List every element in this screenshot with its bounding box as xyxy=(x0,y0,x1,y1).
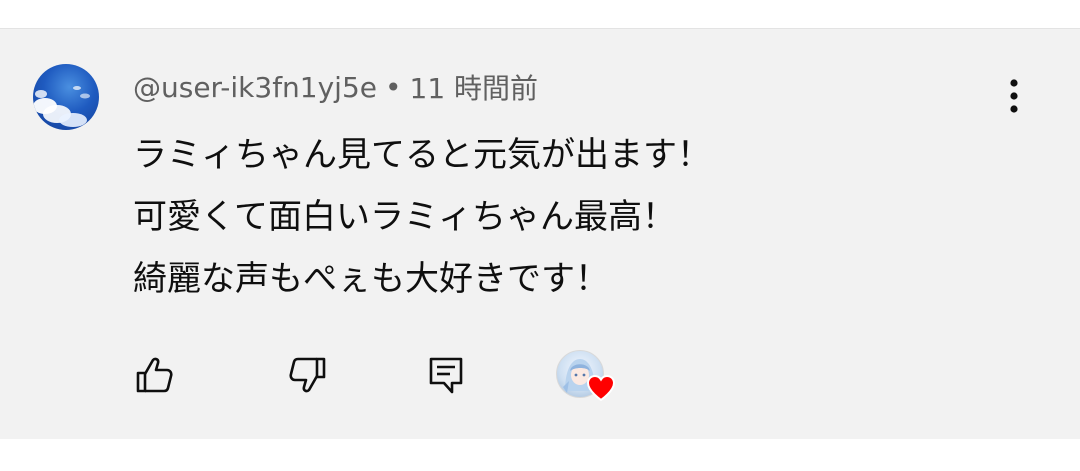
user-avatar[interactable] xyxy=(33,64,99,130)
reply-comment-icon xyxy=(429,357,463,394)
creator-heart-badge[interactable] xyxy=(556,350,618,406)
dislike-button[interactable] xyxy=(280,347,336,403)
heart-icon xyxy=(586,374,616,402)
like-button[interactable] xyxy=(126,347,182,403)
previous-item-strip xyxy=(0,0,1080,29)
comment-line: ラミィちゃん見てると元気が出ます！ xyxy=(133,135,711,175)
comment-author[interactable]: @user-ik3fn1yj5e xyxy=(133,71,377,104)
more-vertical-icon xyxy=(1010,79,1018,113)
comment-body: ラミィちゃん見てると元気が出ます！ 可愛くて面白いラミィちゃん最高！ 綺麗な声も… xyxy=(133,124,993,310)
meta-separator: • xyxy=(385,70,402,104)
comment-meta: @user-ik3fn1yj5e • 11 時間前 xyxy=(133,67,539,107)
sky-clouds-image xyxy=(33,86,90,127)
more-options-button[interactable] xyxy=(990,77,1038,117)
comment-timestamp[interactable]: 11 時間前 xyxy=(410,67,539,107)
thumbs-up-icon xyxy=(136,357,173,393)
reply-button[interactable] xyxy=(418,347,474,403)
comment-line: 綺麗な声もぺぇも大好きです！ xyxy=(133,259,609,299)
comment-card: @user-ik3fn1yj5e • 11 時間前 ラミィちゃん見てると元気が出… xyxy=(0,29,1080,439)
comment-line: 可愛くて面白いラミィちゃん最高！ xyxy=(133,197,676,237)
next-item-strip xyxy=(0,439,1080,471)
thumbs-down-icon xyxy=(289,357,326,393)
